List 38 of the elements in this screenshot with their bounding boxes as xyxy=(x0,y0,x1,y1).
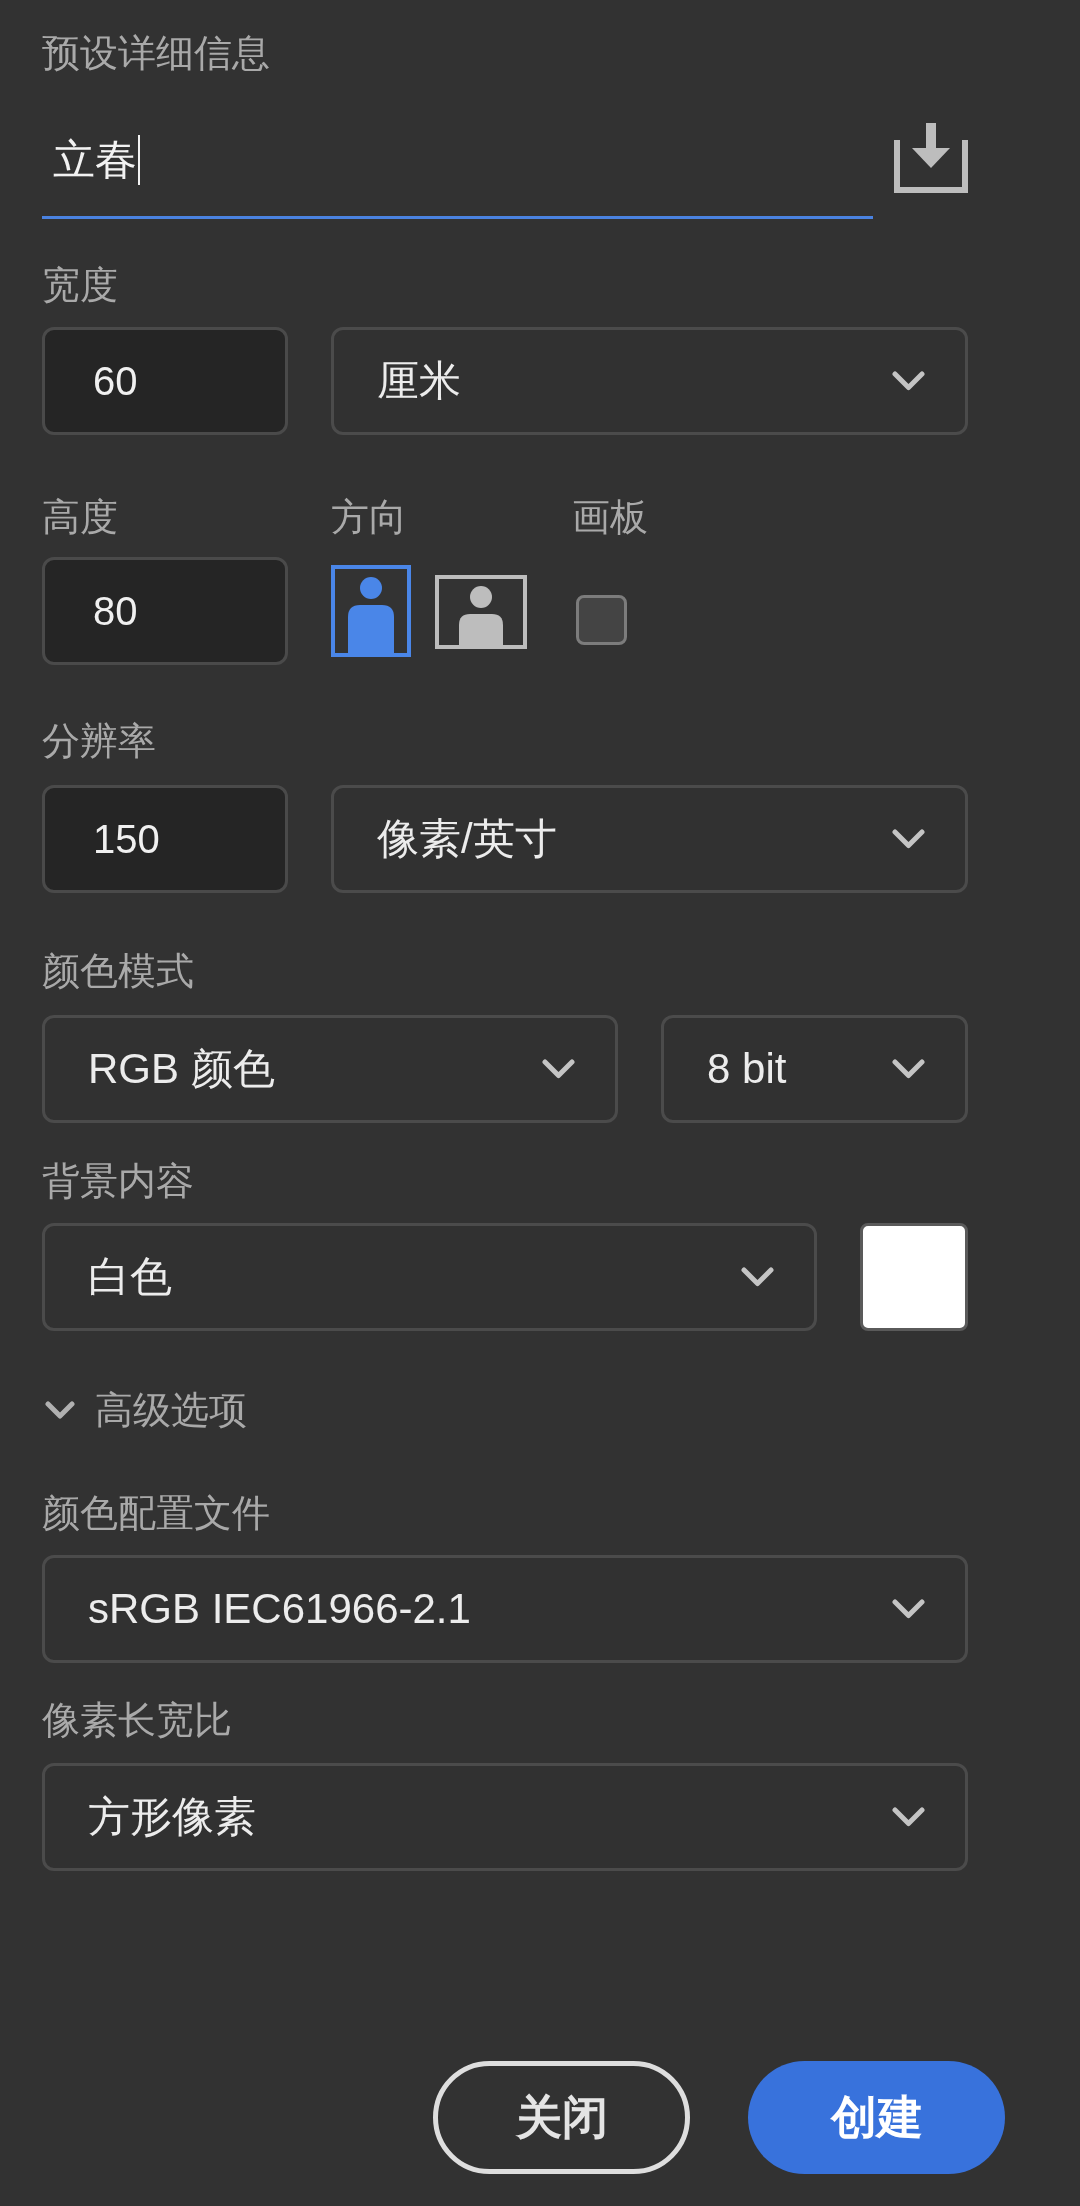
resolution-label: 分辨率 xyxy=(42,719,156,763)
background-label: 背景内容 xyxy=(42,1159,194,1203)
chevron-down-icon xyxy=(892,829,925,849)
pixel-aspect-dropdown[interactable]: 方形像素 xyxy=(42,1763,968,1871)
artboard-checkbox[interactable] xyxy=(576,595,627,645)
width-field[interactable]: 60 xyxy=(42,327,288,435)
height-field[interactable]: 80 xyxy=(42,557,288,665)
chevron-down-icon xyxy=(892,1599,925,1619)
unit-dropdown[interactable]: 厘米 xyxy=(331,327,968,435)
panel-title: 预设详细信息 xyxy=(42,31,270,75)
artboard-label: 画板 xyxy=(572,495,648,539)
chevron-down-icon xyxy=(45,1401,75,1419)
create-button[interactable]: 创建 xyxy=(748,2061,1005,2174)
color-mode-dropdown[interactable]: RGB 颜色 xyxy=(42,1015,618,1123)
preset-name-field[interactable]: 立春 xyxy=(42,112,873,219)
text-cursor-icon xyxy=(138,135,140,185)
landscape-orientation-icon[interactable] xyxy=(435,575,527,649)
resolution-unit-dropdown[interactable]: 像素/英寸 xyxy=(331,785,968,893)
advanced-options-toggle[interactable]: 高级选项 xyxy=(42,1388,247,1432)
pixel-aspect-label: 像素长宽比 xyxy=(42,1698,232,1742)
color-mode-label: 颜色模式 xyxy=(42,949,194,993)
height-label: 高度 xyxy=(42,495,119,539)
chevron-down-icon xyxy=(892,1807,925,1827)
chevron-down-icon xyxy=(741,1267,774,1287)
orientation-label: 方向 xyxy=(331,495,408,539)
background-dropdown[interactable]: 白色 xyxy=(42,1223,817,1331)
color-profile-dropdown[interactable]: sRGB IEC61966-2.1 xyxy=(42,1555,968,1663)
color-profile-label: 颜色配置文件 xyxy=(42,1491,270,1535)
chevron-down-icon xyxy=(892,371,925,391)
download-icon[interactable] xyxy=(894,123,968,193)
resolution-field[interactable]: 150 xyxy=(42,785,288,893)
bit-depth-dropdown[interactable]: 8 bit xyxy=(661,1015,968,1123)
chevron-down-icon xyxy=(892,1059,925,1079)
color-swatch-icon[interactable] xyxy=(860,1223,968,1331)
portrait-orientation-icon[interactable] xyxy=(331,565,411,657)
width-label: 宽度 xyxy=(42,263,118,307)
chevron-down-icon xyxy=(542,1059,575,1079)
close-button[interactable]: 关闭 xyxy=(433,2061,690,2174)
